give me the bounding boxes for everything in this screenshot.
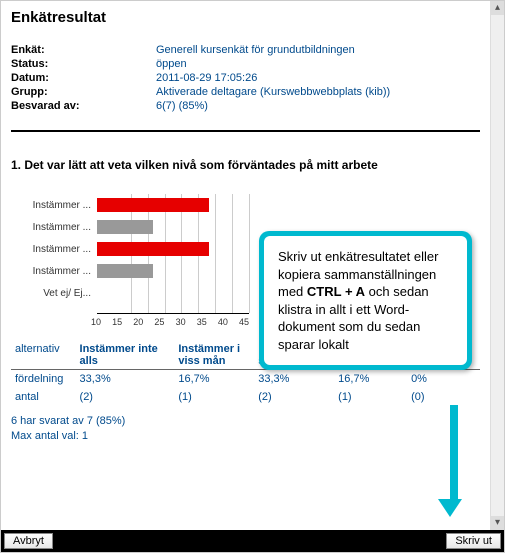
table-cell: (2) — [254, 388, 334, 406]
chart-x-ticks: 10 15 20 25 30 35 40 45 — [91, 317, 249, 327]
summary-max: Max antal val: 1 — [11, 429, 480, 444]
meta-label: Datum: — [11, 72, 156, 84]
tick-label: 35 — [197, 317, 207, 327]
pointer-arrow — [446, 405, 462, 517]
divider — [11, 130, 480, 132]
table-cell: 16,7% — [174, 370, 254, 389]
summary: 6 har svarat av 7 (85%) Max antal val: 1 — [11, 414, 480, 445]
tick-label: 30 — [176, 317, 186, 327]
bar-label: Vet ej/ Ej... — [11, 288, 91, 299]
bar-label: Instämmer ... — [11, 222, 91, 233]
bar — [97, 264, 153, 278]
table-header: Instämmer intealls — [76, 341, 175, 370]
row-label: antal — [11, 388, 76, 406]
table-cell: 33,3% — [254, 370, 334, 389]
meta-row: Grupp:Aktiverade deltagare (Kurswebbwebb… — [11, 86, 480, 98]
bar-row: Instämmer ... — [97, 216, 249, 238]
table-cell: 16,7% — [334, 370, 407, 389]
meta-row: Status:öppen — [11, 58, 480, 70]
table-cell: (0) — [407, 388, 480, 406]
tick-label: 10 — [91, 317, 101, 327]
question-title: 1. Det var lätt att veta vilken nivå som… — [11, 158, 480, 172]
meta-block: Enkät:Generell kursenkät för grundutbild… — [11, 44, 480, 112]
bar-label: Instämmer ... — [11, 244, 91, 255]
bar-row: Instämmer ... — [97, 260, 249, 282]
table-cell: (1) — [334, 388, 407, 406]
table-cell: 33,3% — [76, 370, 175, 389]
scroll-up-icon[interactable]: ▴ — [491, 1, 504, 15]
meta-value: öppen — [156, 58, 187, 70]
meta-value: 6(7) (85%) — [156, 100, 208, 112]
summary-responses: 6 har svarat av 7 (85%) — [11, 414, 480, 429]
meta-row: Besvarad av:6(7) (85%) — [11, 100, 480, 112]
meta-label: Grupp: — [11, 86, 156, 98]
tick-label: 15 — [112, 317, 122, 327]
tick-label: 25 — [154, 317, 164, 327]
meta-value: Generell kursenkät för grundutbildningen — [156, 44, 355, 56]
table-cell: (1) — [174, 388, 254, 406]
tick-label: 20 — [133, 317, 143, 327]
table-row: fördelning33,3%16,7%33,3%16,7%0% — [11, 370, 480, 389]
bar — [97, 242, 209, 256]
help-callout: Skriv ut enkätresultatet eller kopiera s… — [259, 231, 472, 370]
chart-grid: Instämmer ...Instämmer ...Instämmer ...I… — [97, 194, 249, 314]
meta-label: Status: — [11, 58, 156, 70]
meta-row: Enkät:Generell kursenkät för grundutbild… — [11, 44, 480, 56]
table-header: alternativ — [11, 341, 76, 370]
scroll-down-icon[interactable]: ▾ — [491, 516, 504, 530]
bar — [97, 198, 209, 212]
table-row: antal(2)(1)(2)(1)(0) — [11, 388, 480, 406]
cancel-button[interactable]: Avbryt — [4, 533, 53, 549]
meta-row: Datum:2011-08-29 17:05:26 — [11, 72, 480, 84]
bar-row: Instämmer ... — [97, 194, 249, 216]
meta-label: Enkät: — [11, 44, 156, 56]
bar — [97, 220, 153, 234]
bar-label: Instämmer ... — [11, 266, 91, 277]
bar-row: Vet ej/ Ej... — [97, 282, 249, 304]
meta-value: Aktiverade deltagare (Kurswebbwebbplats … — [156, 86, 390, 98]
footer-bar: Avbryt Skriv ut — [1, 530, 504, 552]
bar-row: Instämmer ... — [97, 238, 249, 260]
scrollbar[interactable]: ▴ ▾ — [490, 1, 504, 530]
page-title: Enkätresultat — [11, 9, 480, 26]
table-header: Instämmer iviss mån — [174, 341, 254, 370]
table-cell: 0% — [407, 370, 480, 389]
meta-value: 2011-08-29 17:05:26 — [156, 72, 257, 84]
table-cell: (2) — [76, 388, 175, 406]
tick-label: 45 — [239, 317, 249, 327]
tick-label: 40 — [218, 317, 228, 327]
bar-label: Instämmer ... — [11, 200, 91, 211]
print-button[interactable]: Skriv ut — [446, 533, 501, 549]
callout-bold: CTRL + A — [307, 284, 365, 299]
meta-label: Besvarad av: — [11, 100, 156, 112]
row-label: fördelning — [11, 370, 76, 389]
